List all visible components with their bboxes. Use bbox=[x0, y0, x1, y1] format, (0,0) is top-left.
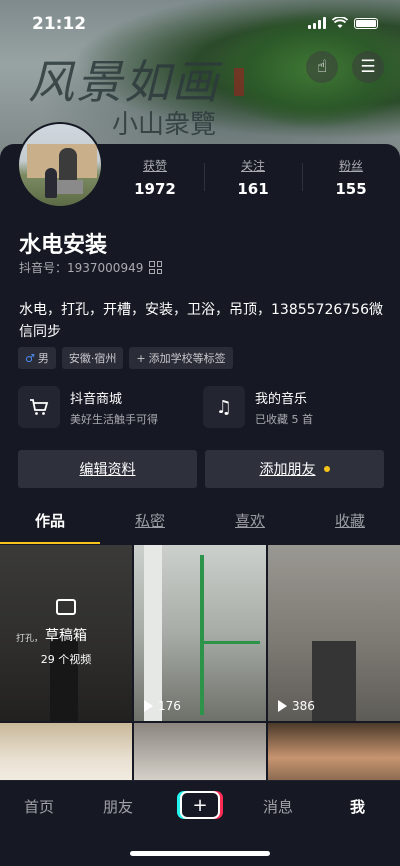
service-title: 我的音乐 bbox=[255, 391, 308, 407]
signal-icon bbox=[308, 17, 326, 29]
banner-calligraphy-sub: 小山衆覽 bbox=[112, 110, 217, 140]
status-bar: 21:12 bbox=[0, 0, 400, 50]
tab-works[interactable]: 作品 bbox=[0, 510, 100, 544]
play-count: 176 bbox=[144, 699, 181, 713]
status-icons bbox=[308, 17, 378, 29]
douyin-id-row[interactable]: 抖音号：1937000949 bbox=[19, 259, 163, 276]
notification-dot bbox=[323, 466, 330, 472]
play-count-value: 386 bbox=[292, 699, 315, 713]
male-icon: ♂ bbox=[25, 351, 35, 365]
video-tile[interactable] bbox=[134, 723, 266, 781]
tab-likes[interactable]: 喜欢 bbox=[200, 510, 300, 544]
music-icon: ♫ bbox=[203, 386, 245, 428]
edit-profile-label: 编辑资料 bbox=[79, 462, 136, 478]
drafts-box-icon bbox=[56, 599, 76, 615]
video-tile[interactable]: 386 bbox=[268, 545, 400, 721]
avatar-pedestal bbox=[55, 180, 83, 194]
nav-home[interactable]: 首页 bbox=[24, 796, 54, 817]
tag-label: 安徽·宿州 bbox=[68, 352, 117, 365]
home-indicator bbox=[130, 851, 270, 856]
stat-label: 关注 bbox=[240, 159, 265, 173]
tag-label: 男 bbox=[37, 352, 49, 365]
drafts-tile[interactable]: 打孔， 草稿箱 29 个视频 bbox=[0, 545, 132, 721]
thumb-pipe bbox=[200, 641, 260, 644]
cart-icon bbox=[18, 386, 60, 428]
video-tile[interactable] bbox=[268, 723, 400, 781]
stat-label: 获赞 bbox=[142, 159, 167, 173]
battery-icon bbox=[354, 17, 378, 29]
plus-icon: + bbox=[136, 351, 146, 365]
drafts-overlay: 打孔， 草稿箱 29 个视频 bbox=[0, 545, 132, 721]
service-title: 抖音商城 bbox=[70, 391, 123, 407]
stat-likes[interactable]: 获赞 1972 bbox=[106, 157, 204, 198]
service-subtitle: 已收藏 5 首 bbox=[255, 412, 313, 426]
stat-value: 161 bbox=[237, 180, 269, 198]
menu-button[interactable]: ☰ bbox=[352, 51, 384, 83]
nav-friends[interactable]: 朋友 bbox=[103, 796, 133, 817]
banner-seal bbox=[234, 68, 244, 96]
profile-tags: ♂ 男 安徽·宿州 + 添加学校等标签 bbox=[18, 347, 233, 369]
banner-calligraphy: 风景如画 bbox=[28, 55, 220, 109]
tag-gender[interactable]: ♂ 男 bbox=[18, 347, 56, 369]
profile-actions: 编辑资料 添加朋友 bbox=[18, 450, 384, 488]
play-count: 386 bbox=[278, 699, 315, 713]
video-tile[interactable] bbox=[0, 723, 132, 781]
tab-private[interactable]: 私密 bbox=[100, 510, 200, 544]
drafts-count: 29 个视频 bbox=[40, 653, 92, 666]
nav-me[interactable]: 我 bbox=[350, 796, 365, 817]
stat-following[interactable]: 关注 161 bbox=[204, 157, 302, 198]
play-icon bbox=[278, 700, 287, 712]
stat-followers[interactable]: 粉丝 155 bbox=[302, 157, 400, 198]
tag-label: 添加学校等标签 bbox=[148, 352, 226, 365]
stat-value: 1972 bbox=[134, 180, 176, 198]
menu-icon: ☰ bbox=[360, 57, 376, 77]
content-tabs: 作品 私密 喜欢 收藏 bbox=[0, 510, 400, 544]
hand-point-button[interactable]: ☝ bbox=[306, 51, 338, 83]
drafts-caption: 打孔， bbox=[16, 634, 44, 644]
status-time: 21:12 bbox=[32, 14, 87, 34]
thumb-pipe bbox=[200, 555, 204, 715]
thumb-frame bbox=[144, 545, 162, 721]
avatar[interactable] bbox=[17, 122, 103, 208]
create-button[interactable]: + bbox=[180, 791, 220, 819]
stat-label: 粉丝 bbox=[338, 159, 363, 173]
drafts-title: 草稿箱 bbox=[45, 628, 87, 644]
add-friend-button[interactable]: 添加朋友 bbox=[205, 450, 384, 488]
thumb-window bbox=[312, 641, 356, 721]
hand-point-icon: ☝ bbox=[316, 57, 328, 77]
video-grid: 打孔， 草稿箱 29 个视频 176 386 bbox=[0, 545, 400, 781]
service-subtitle: 美好生活触手可得 bbox=[70, 412, 158, 426]
tab-favorites[interactable]: 收藏 bbox=[300, 510, 400, 544]
stat-value: 155 bbox=[335, 180, 367, 198]
tag-add-school[interactable]: + 添加学校等标签 bbox=[129, 347, 233, 369]
avatar-person bbox=[45, 168, 57, 198]
profile-name: 水电安装 bbox=[19, 233, 108, 258]
service-mall[interactable]: 抖音商城 美好生活触手可得 bbox=[18, 386, 203, 428]
plus-icon: + bbox=[192, 794, 208, 816]
qr-code-icon[interactable] bbox=[149, 261, 163, 274]
play-count-value: 176 bbox=[158, 699, 181, 713]
edit-profile-button[interactable]: 编辑资料 bbox=[18, 450, 197, 488]
douyin-id: 抖音号：1937000949 bbox=[19, 261, 144, 275]
services-row: 抖音商城 美好生活触手可得 ♫ 我的音乐 已收藏 5 首 bbox=[18, 386, 388, 428]
video-tile[interactable]: 176 bbox=[134, 545, 266, 721]
profile-stats: 获赞 1972 关注 161 粉丝 155 bbox=[106, 157, 400, 198]
add-friend-label: 添加朋友 bbox=[259, 462, 316, 478]
tag-location[interactable]: 安徽·宿州 bbox=[61, 347, 124, 369]
profile-bio: 水电，打孔，开槽，安装，卫浴，吊顶，13855726756微信同步 bbox=[19, 302, 383, 340]
wifi-icon bbox=[332, 17, 348, 28]
nav-messages[interactable]: 消息 bbox=[263, 796, 293, 817]
play-icon bbox=[144, 700, 153, 712]
service-music[interactable]: ♫ 我的音乐 已收藏 5 首 bbox=[203, 386, 388, 428]
